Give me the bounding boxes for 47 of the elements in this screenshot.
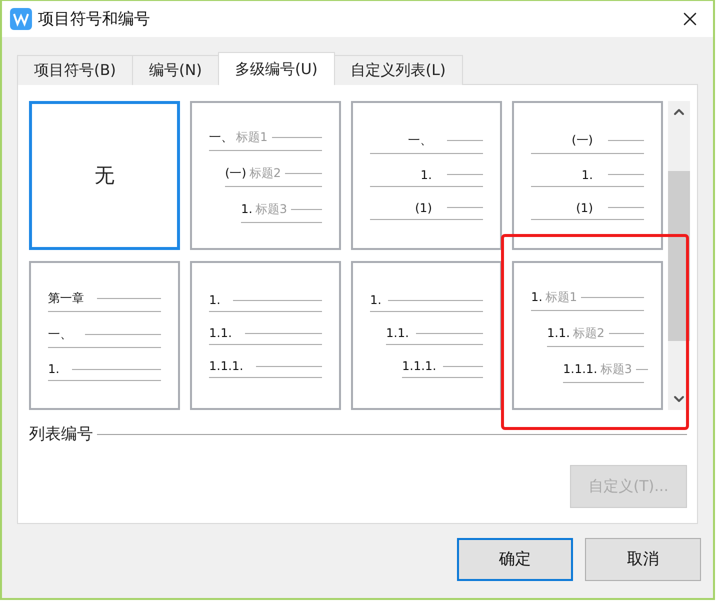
list-number: 1.1. — [209, 326, 232, 340]
list-number: 1.1.1. — [563, 362, 598, 376]
list-number: (1) — [414, 200, 432, 214]
list-number: (1) — [575, 200, 593, 214]
scrollbar[interactable] — [668, 101, 690, 410]
heading-sample: 标题1 — [545, 288, 578, 306]
list-number: (一) — [570, 132, 593, 148]
numbering-style-card[interactable]: 1. 标题1 1.1. 标题2 1.1.1. 标题3 — [512, 261, 663, 410]
tab[interactable]: 编号(N) — [132, 55, 219, 85]
list-number: 1. — [241, 202, 252, 216]
heading-sample: 标题2 — [249, 164, 282, 182]
list-number: (一) — [225, 164, 246, 182]
heading-sample: 标题3 — [600, 360, 632, 378]
app-logo-icon — [10, 8, 32, 30]
list-number: 1.1. — [547, 326, 570, 340]
list-number: 1.1. — [386, 326, 409, 340]
list-number: 一、 — [407, 132, 432, 148]
numbering-style-card[interactable]: (一) 1. (1) — [512, 101, 663, 250]
tab[interactable]: 自定义列表(L) — [334, 55, 463, 85]
numbering-style-card[interactable]: 1. 1.1. 1.1.1. — [351, 261, 502, 410]
heading-sample: 标题3 — [255, 200, 288, 218]
heading-sample: 标题1 — [236, 128, 268, 146]
section-label: 列表编号 — [29, 424, 93, 445]
style-label: 无 — [94, 162, 114, 189]
numbering-style-card[interactable]: 1. 1.1. 1.1.1. — [190, 261, 341, 410]
numbering-style-card[interactable]: 第一章 一、 1. — [29, 261, 180, 410]
list-number: 1. — [531, 290, 542, 304]
list-number: 一、 — [48, 326, 72, 343]
list-number: 1. — [48, 362, 60, 376]
list-number: 1. — [420, 168, 432, 182]
list-number: 1.1.1. — [402, 359, 436, 373]
numbering-style-card[interactable]: 无 — [29, 101, 180, 250]
list-number: 1.1.1. — [209, 359, 244, 373]
list-number: 1. — [580, 168, 593, 182]
list-number: 第一章 — [48, 290, 84, 307]
heading-sample: 标题2 — [572, 324, 605, 342]
tab[interactable]: 多级编号(U) — [218, 52, 335, 85]
ok-button[interactable]: 确定 — [457, 538, 573, 581]
window-title: 项目符号和编号 — [38, 8, 151, 30]
tab[interactable]: 项目符号(B) — [17, 55, 133, 85]
numbering-style-card[interactable]: 一、 1. (1) — [351, 101, 502, 250]
list-number: 一、 — [209, 128, 233, 146]
list-number: 1. — [209, 293, 220, 307]
list-number: 1. — [370, 293, 382, 307]
numbering-style-card[interactable]: 一、 标题1 (一) 标题2 1. 标题3 — [190, 101, 341, 250]
scrollbar-thumb[interactable] — [668, 170, 690, 340]
cancel-button[interactable]: 取消 — [585, 538, 701, 581]
